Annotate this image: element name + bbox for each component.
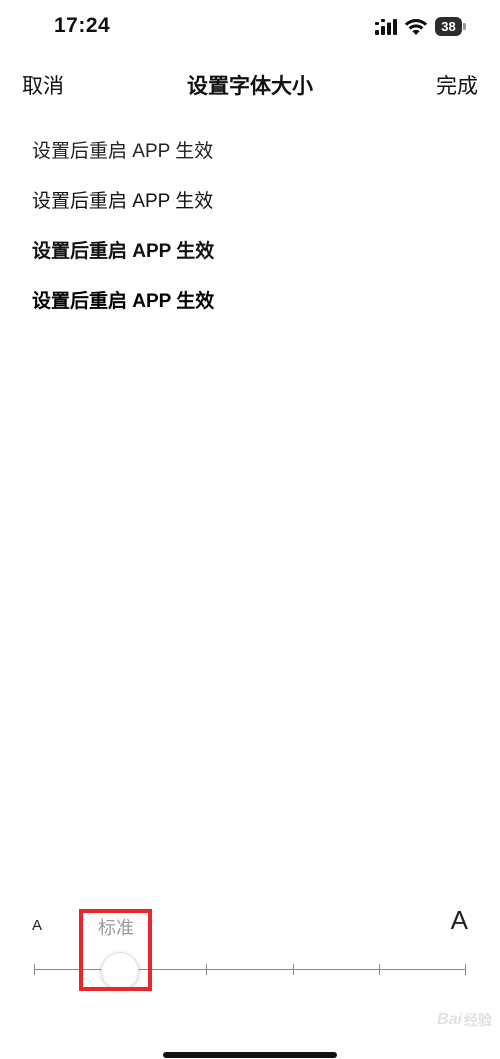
battery-cap <box>463 23 466 30</box>
home-indicator[interactable] <box>163 1052 337 1058</box>
status-icons: 38 <box>375 17 466 36</box>
battery-body: 38 <box>435 17 462 36</box>
signal-icon <box>375 18 397 35</box>
battery-icon: 38 <box>435 17 466 36</box>
done-button[interactable]: 完成 <box>436 70 478 100</box>
font-size-slider: A 标准 A <box>0 900 500 1010</box>
slider-tick[interactable] <box>293 964 294 975</box>
slider-tick[interactable] <box>206 964 207 975</box>
slider-tick[interactable] <box>34 964 35 975</box>
preview-line: 设置后重启 APP 生效 <box>32 141 214 162</box>
highlight-box <box>79 909 152 991</box>
large-font-label: A <box>450 905 468 935</box>
preview-line: 设置后重启 APP 生效 <box>32 191 214 212</box>
slider-tick[interactable] <box>379 964 380 975</box>
watermark-logo-text: Bai <box>437 1011 462 1028</box>
status-bar: 17:24 38 <box>0 0 500 60</box>
font-preview: 设置后重启 APP 生效 设置后重启 APP 生效 设置后重启 APP 生效 设… <box>32 138 214 338</box>
wifi-icon <box>404 19 428 35</box>
navigation-bar: 取消 设置字体大小 完成 <box>0 60 500 110</box>
watermark-sub-text: 经验 <box>464 1012 492 1028</box>
preview-line: 设置后重启 APP 生效 <box>32 241 215 262</box>
battery-level: 38 <box>441 19 456 34</box>
status-time: 17:24 <box>54 14 111 37</box>
watermark: Bai 经验 <box>437 1010 492 1030</box>
slider-tick[interactable] <box>465 964 466 975</box>
small-font-label: A <box>32 917 43 934</box>
page-title: 设置字体大小 <box>187 75 313 98</box>
preview-line: 设置后重启 APP 生效 <box>32 291 215 312</box>
